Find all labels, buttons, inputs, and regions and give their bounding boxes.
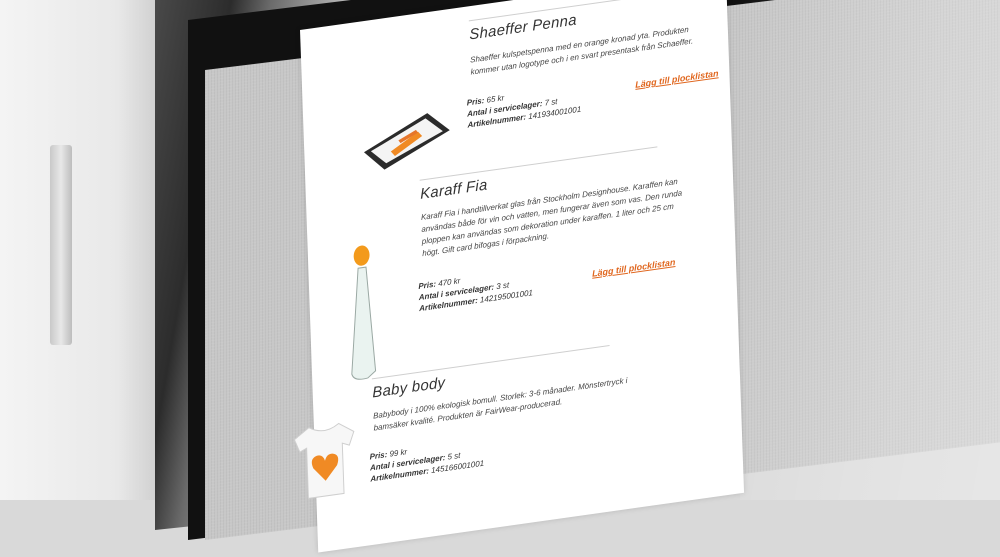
product-meta: Pris: 99 kr Antal i servicelager: 5 st A… (369, 435, 484, 484)
glass-carafe-icon (351, 245, 377, 380)
divider (371, 344, 610, 380)
product-meta: Pris: 65 kr Antal i servicelager: 7 st A… (467, 82, 582, 131)
divider (468, 0, 707, 22)
add-to-picklist-link[interactable]: Lägg till plocklistan (592, 257, 676, 279)
divider (419, 146, 658, 181)
baby-bodysuit-icon (293, 422, 355, 499)
product-title: Baby body (372, 374, 446, 402)
product-list-page: Shaeffer Penna Shaeffer kulspetspenna me… (293, 0, 745, 553)
product-title: Karaff Fia (419, 176, 488, 203)
product-title: Shaeffer Penna (469, 11, 578, 44)
pen-in-box-icon (363, 113, 450, 170)
wall-bracket (50, 145, 72, 345)
add-to-picklist-link[interactable]: Lägg till plocklistan (635, 68, 719, 90)
product-meta: Pris: 470 kr Antal i servicelager: 3 st … (418, 265, 533, 314)
